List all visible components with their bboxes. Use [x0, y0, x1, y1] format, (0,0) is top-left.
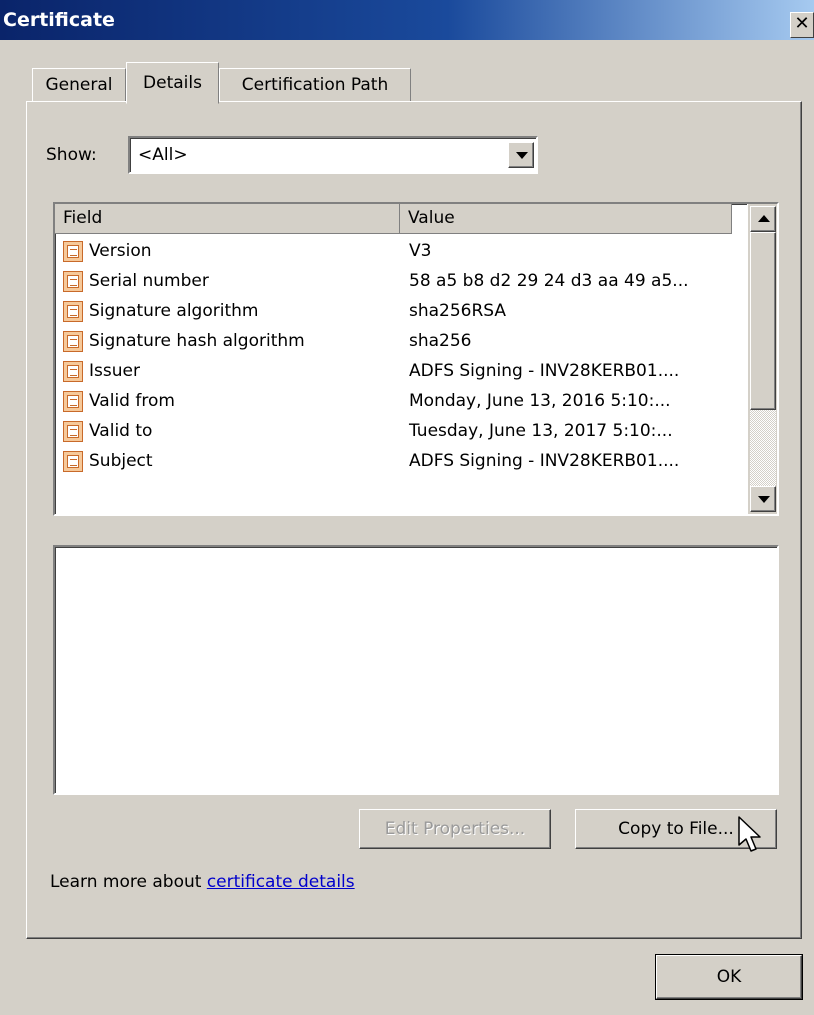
fields-list[interactable]: Field Value Version V3 Serial number 58 …	[53, 202, 779, 516]
certificate-field-icon	[63, 301, 83, 322]
field-value: V3	[409, 241, 432, 261]
field-name: Serial number	[89, 271, 209, 291]
learn-more-prefix: Learn more about	[50, 872, 207, 892]
column-header-value-label: Value	[408, 208, 455, 228]
scroll-track[interactable]	[750, 410, 776, 486]
field-value: sha256RSA	[409, 301, 507, 321]
field-value: Tuesday, June 13, 2017 5:10:...	[409, 421, 673, 441]
certificate-field-icon	[63, 241, 83, 262]
column-header-field[interactable]: Field	[55, 204, 400, 234]
show-label: Show:	[46, 145, 97, 165]
show-select-value: <All>	[138, 145, 188, 165]
show-select[interactable]: <All>	[128, 136, 538, 174]
tab-general[interactable]: General	[32, 68, 126, 102]
certificate-field-icon	[63, 421, 83, 442]
tab-general-label: General	[45, 75, 113, 95]
column-header-field-label: Field	[63, 208, 103, 228]
field-name: Issuer	[89, 361, 140, 381]
certificate-field-icon	[63, 391, 83, 412]
ok-label: OK	[716, 967, 742, 987]
table-row[interactable]: Issuer ADFS Signing - INV28KERB01....	[55, 356, 731, 386]
learn-more-text: Learn more about certificate details	[50, 872, 355, 892]
close-icon[interactable]: ✕	[790, 12, 814, 38]
certificate-details-link[interactable]: certificate details	[207, 872, 355, 892]
chevron-down-icon	[516, 152, 528, 159]
scroll-thumb[interactable]	[750, 232, 776, 410]
chevron-down-icon	[758, 496, 770, 503]
details-panel: Show: <All> Field Value Version V3 Seria…	[26, 101, 802, 939]
ok-button[interactable]: OK	[655, 954, 803, 1000]
field-value: Monday, June 13, 2016 5:10:...	[409, 391, 671, 411]
window-title: Certificate	[3, 9, 115, 31]
tab-details[interactable]: Details	[126, 62, 219, 104]
certificate-field-icon	[63, 361, 83, 382]
field-name: Valid to	[89, 421, 153, 441]
table-row[interactable]: Valid to Tuesday, June 13, 2017 5:10:...	[55, 416, 731, 446]
field-details-box[interactable]	[53, 545, 779, 795]
tab-certification-path[interactable]: Certification Path	[219, 68, 411, 102]
column-header-value[interactable]: Value	[400, 204, 732, 234]
table-row[interactable]: Version V3	[55, 236, 731, 266]
certificate-field-icon	[63, 331, 83, 352]
table-row[interactable]: Subject ADFS Signing - INV28KERB01....	[55, 446, 731, 476]
tab-certification-path-label: Certification Path	[241, 75, 389, 95]
scroll-up-button[interactable]	[750, 206, 776, 232]
fields-scrollbar[interactable]	[747, 204, 777, 514]
field-value: sha256	[409, 331, 472, 351]
table-row[interactable]: Serial number 58 a5 b8 d2 29 24 d3 aa 49…	[55, 266, 731, 296]
certificate-field-icon	[63, 271, 83, 292]
field-name: Signature algorithm	[89, 301, 259, 321]
table-row[interactable]: Signature algorithm sha256RSA	[55, 296, 731, 326]
field-value: 58 a5 b8 d2 29 24 d3 aa 49 a5...	[409, 271, 689, 291]
field-value: ADFS Signing - INV28KERB01....	[409, 361, 680, 381]
tab-details-label: Details	[143, 73, 202, 93]
table-row[interactable]: Signature hash algorithm sha256	[55, 326, 731, 356]
field-value: ADFS Signing - INV28KERB01....	[409, 451, 680, 471]
chevron-up-icon	[758, 215, 770, 222]
title-bar: Certificate ✕	[0, 0, 814, 40]
table-row[interactable]: Valid from Monday, June 13, 2016 5:10:..…	[55, 386, 731, 416]
certificate-field-icon	[63, 451, 83, 472]
field-name: Signature hash algorithm	[89, 331, 305, 351]
mouse-pointer-icon	[738, 816, 761, 852]
field-name: Subject	[89, 451, 153, 471]
edit-properties-label: Edit Properties...	[384, 819, 526, 839]
scroll-down-button[interactable]	[750, 486, 776, 512]
field-name: Valid from	[89, 391, 175, 411]
field-name: Version	[89, 241, 152, 261]
edit-properties-button[interactable]: Edit Properties...	[359, 809, 551, 849]
show-dropdown-button[interactable]	[508, 142, 534, 168]
copy-to-file-label: Copy to File...	[618, 819, 734, 839]
